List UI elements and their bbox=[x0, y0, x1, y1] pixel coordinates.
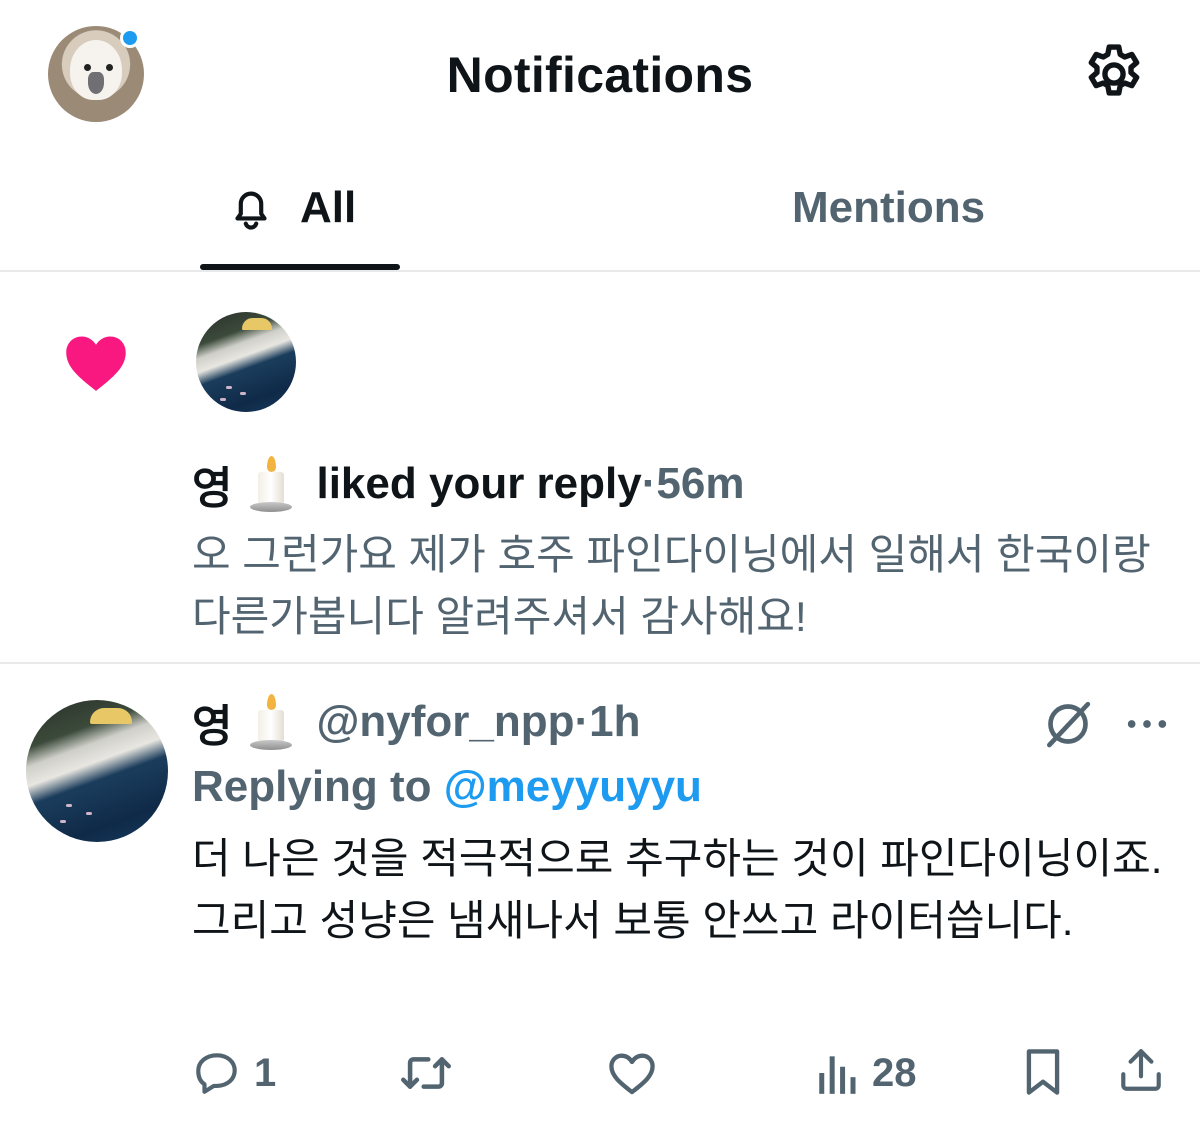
reply-count: 1 bbox=[254, 1050, 277, 1095]
water-sparkle bbox=[66, 804, 72, 807]
time-separator: · bbox=[574, 697, 590, 746]
bookmark-icon bbox=[1026, 1049, 1060, 1095]
grok-icon[interactable] bbox=[1040, 696, 1096, 752]
replying-prefix: Replying to bbox=[192, 762, 444, 811]
time-separator: · bbox=[641, 459, 657, 508]
replying-to-line: Replying to @meyyuyyu bbox=[192, 762, 702, 812]
candle-plate bbox=[250, 502, 293, 512]
page-title: Notifications bbox=[446, 47, 754, 103]
retweet-icon bbox=[401, 1057, 451, 1089]
notification-tabs: All Mentions bbox=[0, 150, 1200, 272]
tweet-header: 영 @nyfor_npp · 1h bbox=[192, 690, 641, 754]
notification-summary: 영 liked your reply · 56m bbox=[192, 452, 744, 516]
author-name[interactable]: 영 bbox=[192, 690, 232, 754]
replying-to-handle[interactable]: @meyyuyyu bbox=[444, 762, 702, 811]
view-count: 28 bbox=[872, 1050, 917, 1095]
liked-reply-text: 오 그런가요 제가 호주 파인다이닝에서 일해서 한국이랑 다른가봅니다 알려주… bbox=[192, 531, 1151, 640]
water-sparkle bbox=[240, 392, 246, 395]
views-button[interactable]: 28 bbox=[816, 1048, 917, 1098]
bell-icon bbox=[235, 191, 267, 230]
share-icon bbox=[1121, 1049, 1161, 1091]
reply-button[interactable]: 1 bbox=[192, 1048, 276, 1098]
analytics-bars-icon bbox=[819, 1056, 856, 1094]
candle-body bbox=[258, 472, 285, 504]
bookmark-button[interactable] bbox=[1020, 1046, 1066, 1098]
tab-mentions-label: Mentions bbox=[792, 183, 986, 232]
tab-mentions[interactable]: Mentions bbox=[792, 178, 985, 238]
liker-name[interactable]: 영 bbox=[192, 452, 232, 516]
unread-indicator-dot bbox=[120, 28, 140, 48]
author-handle[interactable]: @nyfor_npp bbox=[316, 697, 574, 747]
candle-body bbox=[258, 710, 285, 742]
candle-flame bbox=[267, 694, 277, 710]
tab-all-label: All bbox=[300, 183, 357, 232]
tweet-text: 더 나은 것을 적극적으로 추구하는 것이 파인다이닝이죠. 그리고 성냥은 냄… bbox=[192, 835, 1163, 944]
gear-icon[interactable] bbox=[1080, 40, 1148, 108]
like-notification[interactable]: 영 liked your reply · 56m 오 그런가요 제가 호주 파인… bbox=[0, 272, 1200, 664]
candle-emoji bbox=[246, 454, 298, 514]
liker-avatar[interactable] bbox=[196, 312, 296, 412]
water-sparkle bbox=[220, 398, 226, 401]
notification-action: liked your reply bbox=[316, 459, 642, 508]
candle-flame bbox=[267, 456, 277, 472]
reply-icon bbox=[196, 1053, 237, 1094]
umbrella-shape bbox=[242, 318, 272, 330]
retweet-button[interactable] bbox=[398, 1048, 454, 1098]
like-button[interactable] bbox=[606, 1048, 658, 1098]
water-sparkle bbox=[60, 820, 66, 823]
top-app-bar: Notifications bbox=[0, 0, 1200, 150]
water-sparkle bbox=[226, 386, 232, 389]
tab-all[interactable]: All bbox=[226, 178, 356, 238]
share-button[interactable] bbox=[1116, 1044, 1166, 1096]
heart-icon bbox=[66, 336, 126, 391]
candle-plate bbox=[250, 740, 293, 750]
notification-time: 56m bbox=[656, 459, 745, 508]
author-avatar[interactable] bbox=[26, 700, 168, 842]
candle-emoji bbox=[246, 692, 298, 752]
heart-outline-icon bbox=[609, 1053, 655, 1095]
umbrella-shape bbox=[90, 708, 132, 724]
water-sparkle bbox=[86, 812, 92, 815]
tweet-time[interactable]: 1h bbox=[589, 697, 640, 747]
more-options-icon[interactable] bbox=[1124, 704, 1170, 744]
active-tab-indicator bbox=[200, 264, 400, 270]
